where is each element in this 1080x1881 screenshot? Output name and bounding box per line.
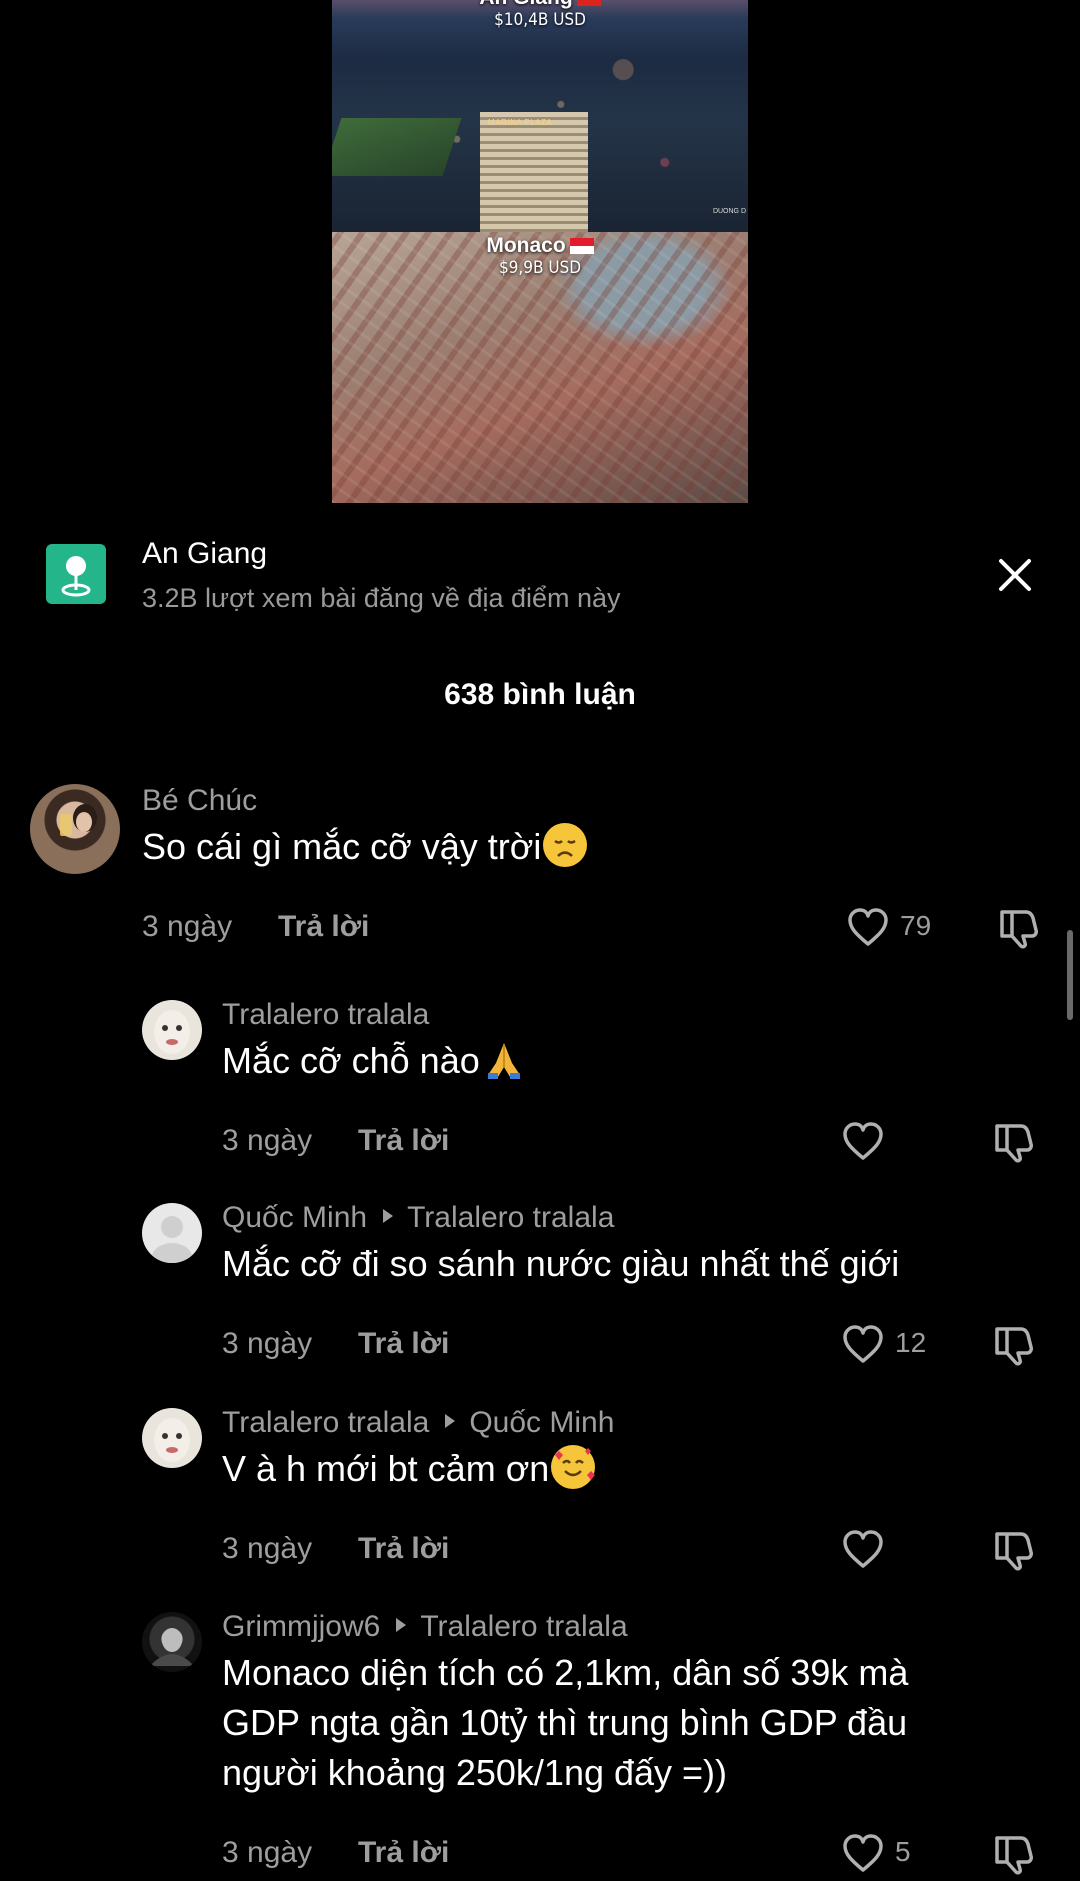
reply-button[interactable]: Trả lời — [358, 1327, 449, 1361]
tower-building — [480, 112, 588, 232]
dislike-icon[interactable] — [991, 1323, 1035, 1367]
comment-time: 3 ngày — [222, 1124, 313, 1157]
comment-text: So cái gì mắc cỡ vậy trời — [142, 822, 588, 872]
comment-time: 3 ngày — [222, 1327, 313, 1360]
comment-time: 3 ngày — [222, 1532, 313, 1565]
avatar[interactable] — [142, 1203, 202, 1263]
location-name[interactable]: An Giang — [142, 537, 267, 571]
bottom-caption-name: Monaco — [486, 234, 566, 257]
dislike-icon[interactable] — [991, 1832, 1035, 1876]
reply-arrow-icon — [396, 1618, 407, 1632]
reply-button[interactable]: Trả lời — [358, 1836, 449, 1870]
top-caption-value: $10,4B USD — [494, 10, 586, 30]
comment-time: 3 ngày — [222, 1836, 313, 1869]
location-pin-icon[interactable] — [46, 544, 106, 604]
avatar[interactable] — [142, 1612, 202, 1672]
heart-icon[interactable] — [841, 1832, 885, 1876]
comment-time: 3 ngày — [142, 910, 233, 943]
video-thumbnail[interactable]: MARINA PLAZA DUONG D An Giang $10,4B USD… — [332, 0, 748, 503]
reply-arrow-icon — [445, 1414, 456, 1428]
comment-author[interactable]: Tralalero tralala — [222, 998, 429, 1032]
like-count: 79 — [900, 910, 932, 941]
disappointed-face-icon — [543, 823, 588, 867]
close-icon[interactable] — [995, 555, 1035, 595]
dislike-icon[interactable] — [991, 1120, 1035, 1164]
heart-icon[interactable] — [841, 1323, 885, 1367]
comment-text: Mắc cỡ đi so sánh nước giàu nhất thế giớ… — [222, 1243, 900, 1284]
reply-button[interactable]: Trả lời — [358, 1532, 449, 1566]
top-caption: An Giang $10,4B USD — [332, 0, 748, 30]
comment-text: V à h mới bt cảm ơn — [222, 1444, 596, 1494]
video-frame-monaco: Monaco $9,9B USD — [332, 232, 748, 503]
dislike-icon[interactable] — [996, 906, 1040, 950]
comment-author[interactable]: Quốc Minh Tralalero tralala — [222, 1201, 614, 1235]
scrollbar[interactable] — [1067, 930, 1073, 1020]
tower-sign: MARINA PLAZA — [488, 118, 553, 127]
avatar[interactable] — [142, 1408, 202, 1468]
comment-author[interactable]: Bé Chúc — [142, 784, 257, 818]
reply-to-author: Tralalero tralala — [407, 1201, 615, 1234]
heart-icon[interactable] — [841, 1528, 885, 1572]
vietnam-flag-icon — [576, 0, 601, 6]
reply-to-author: Quốc Minh — [469, 1406, 615, 1439]
reply-to-author: Tralalero tralala — [420, 1610, 628, 1643]
top-caption-name: An Giang — [479, 0, 572, 9]
heart-icon[interactable] — [841, 1120, 885, 1164]
reply-button[interactable]: Trả lời — [358, 1124, 449, 1158]
location-views: 3.2B lượt xem bài đăng về địa điểm này — [142, 583, 621, 613]
reply-button[interactable]: Trả lời — [278, 910, 369, 944]
comment-author[interactable]: Grimmjjow6 Tralalero tralala — [222, 1610, 628, 1644]
heart-icon[interactable] — [846, 906, 890, 950]
like-count: 12 — [895, 1327, 927, 1358]
bottom-caption: Monaco $9,9B USD — [332, 234, 748, 278]
avatar[interactable] — [142, 1000, 202, 1060]
like-count: 5 — [895, 1836, 911, 1867]
reply-arrow-icon — [383, 1209, 394, 1223]
smiling-face-with-hearts-icon — [551, 1445, 596, 1489]
monaco-flag-icon — [569, 238, 594, 254]
stadium-field — [332, 118, 462, 176]
comment-text: Monaco diện tích có 2,1km, dân số 39k mà… — [222, 1652, 909, 1793]
comment-author[interactable]: Tralalero tralala Quốc Minh — [222, 1406, 614, 1440]
avatar[interactable] — [30, 784, 120, 874]
folded-hands-icon — [482, 1037, 526, 1081]
bottom-caption-value: $9,9B USD — [498, 258, 582, 278]
video-watermark: DUONG D — [712, 208, 746, 215]
video-frame-an-giang: MARINA PLAZA DUONG D An Giang $10,4B USD — [332, 0, 748, 232]
dislike-icon[interactable] — [991, 1528, 1035, 1572]
comment-text: Mắc cỡ chỗ nào — [222, 1036, 526, 1086]
comments-count: 638 bình luận — [444, 678, 636, 711]
